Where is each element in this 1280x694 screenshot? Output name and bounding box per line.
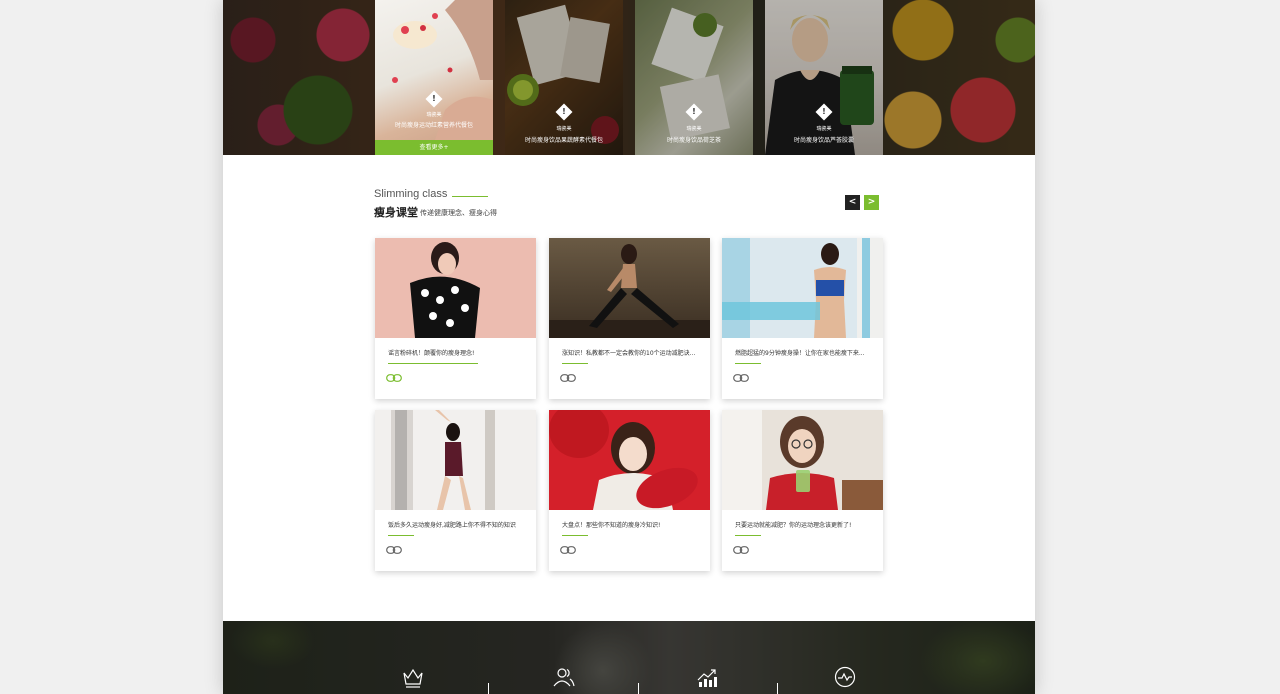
article-title[interactable]: 只要运动就能减肥？你的运动理念该更新了! bbox=[735, 520, 875, 529]
article-card-6[interactable]: 只要运动就能减肥？你的运动理念该更新了! bbox=[722, 410, 883, 571]
features-banner bbox=[223, 621, 1035, 694]
section-title-en: Slimming class bbox=[374, 188, 448, 200]
article-card-4[interactable]: 饭后多久运动瘦身好,减肥路上你不得不知的知识 bbox=[375, 410, 536, 571]
pulse-circle-icon bbox=[834, 666, 856, 688]
section-subtitle: 传递健康理念、瘦身心得 bbox=[420, 209, 497, 217]
link-icon[interactable] bbox=[560, 374, 576, 382]
page: ! 瑞瓷美 时尚瘦身运动红素营养代餐包 查看更多+ ! 瑞瓷美 时尚瘦身饮品果蔬… bbox=[223, 0, 1035, 694]
section-title: 瘦身课堂 bbox=[374, 206, 418, 219]
link-icon[interactable] bbox=[733, 546, 749, 554]
article-image bbox=[375, 238, 536, 338]
article-image bbox=[549, 410, 710, 510]
product-card-4[interactable]: ! 瑞瓷美 时尚瘦身饮品芦荟胶囊 bbox=[765, 0, 883, 155]
section-title-underline bbox=[452, 196, 488, 197]
divider bbox=[777, 683, 778, 694]
view-more-button[interactable]: 查看更多+ bbox=[375, 140, 493, 155]
divider bbox=[638, 683, 639, 694]
hero-banner: ! 瑞瓷美 时尚瘦身运动红素营养代餐包 查看更多+ ! 瑞瓷美 时尚瘦身饮品果蔬… bbox=[223, 0, 1035, 155]
article-image bbox=[375, 410, 536, 510]
link-icon[interactable] bbox=[386, 374, 402, 382]
article-title[interactable]: 饭后多久运动瘦身好,减肥路上你不得不知的知识 bbox=[388, 520, 528, 529]
article-card-1[interactable]: 谣言粉碎机！颠覆你的瘦身理念! bbox=[375, 238, 536, 399]
article-card-3[interactable]: 燃脂超猛的9分钟瘦身操！让你在家也能瘦下来... bbox=[722, 238, 883, 399]
product-card-2[interactable]: ! 瑞瓷美 时尚瘦身饮品果蔬酵素代餐包 bbox=[505, 0, 623, 155]
article-title[interactable]: 涨知识！私教都不一定会教你的10个运动减肥诀... bbox=[562, 348, 702, 357]
info-icon: ! bbox=[815, 103, 833, 121]
article-image bbox=[722, 410, 883, 510]
article-title[interactable]: 燃脂超猛的9分钟瘦身操！让你在家也能瘦下来... bbox=[735, 348, 875, 357]
link-icon[interactable] bbox=[386, 546, 402, 554]
article-title[interactable]: 谣言粉碎机！颠覆你的瘦身理念! bbox=[388, 348, 528, 357]
info-icon: ! bbox=[685, 103, 703, 121]
product-card-3[interactable]: ! 瑞瓷美 时尚瘦身饮品荷芝茶 bbox=[635, 0, 753, 155]
product-image bbox=[375, 0, 493, 155]
users-icon bbox=[553, 668, 575, 687]
next-button[interactable]: > bbox=[864, 195, 879, 210]
info-icon: ! bbox=[425, 90, 443, 108]
growth-chart-icon bbox=[697, 669, 717, 687]
crown-icon bbox=[403, 668, 423, 688]
product-card-1[interactable]: ! 瑞瓷美 时尚瘦身运动红素营养代餐包 查看更多+ bbox=[375, 0, 493, 155]
link-icon[interactable] bbox=[733, 374, 749, 382]
link-icon[interactable] bbox=[560, 546, 576, 554]
article-title[interactable]: 大盘点！那些你不知道的瘦身冷知识! bbox=[562, 520, 702, 529]
article-image bbox=[549, 238, 710, 338]
article-image bbox=[722, 238, 883, 338]
divider bbox=[488, 683, 489, 694]
article-card-2[interactable]: 涨知识！私教都不一定会教你的10个运动减肥诀... bbox=[549, 238, 710, 399]
prev-button[interactable]: < bbox=[845, 195, 860, 210]
info-icon: ! bbox=[555, 103, 573, 121]
article-card-5[interactable]: 大盘点！那些你不知道的瘦身冷知识! bbox=[549, 410, 710, 571]
